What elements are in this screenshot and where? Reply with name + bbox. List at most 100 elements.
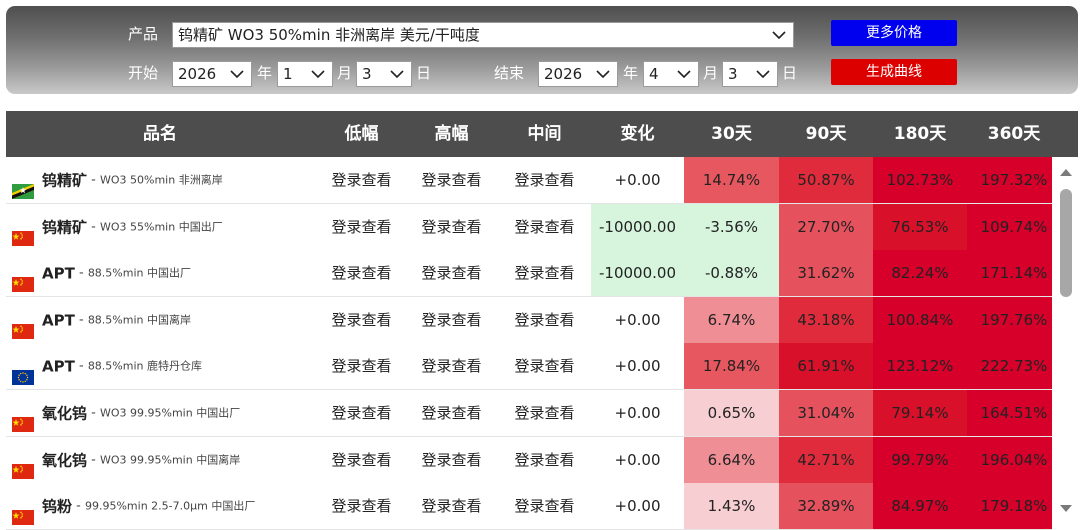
name-separator: - [74, 265, 88, 281]
table-row: 钨精矿 - WO3 50%min 非洲离岸 登录查看 登录查看 登录查看 +0.00 14… [6, 157, 1052, 204]
header-360d: 360天 [987, 124, 1041, 144]
change-30d-cell: -3.56% [684, 203, 779, 250]
header-low: 低幅 [344, 124, 379, 144]
change-cell: +0.00 [614, 357, 661, 376]
start-month-select[interactable]: 1 [277, 61, 333, 87]
header-product-name: 品名 [143, 124, 177, 144]
low-cell[interactable]: 登录查看 [314, 297, 409, 343]
low-cell[interactable]: 登录查看 [314, 157, 409, 203]
china-flag-icon [12, 264, 34, 293]
low-cell[interactable]: 登录查看 [314, 204, 409, 250]
end-day-value: 3 [728, 65, 738, 83]
product-name-cell: 钨精矿 - WO3 50%min 非洲离岸 [12, 157, 223, 203]
product-select-value: 钨精矿 WO3 50%min 非洲离岸 美元/干吨度 [178, 26, 480, 44]
change-30d-cell: 6.74% [684, 296, 779, 343]
price-table-body: 钨精矿 - WO3 50%min 非洲离岸 登录查看 登录查看 登录查看 +0.00 14… [6, 157, 1052, 530]
header-90d: 90天 [805, 124, 847, 144]
change-90d-cell: 42.71% [779, 436, 873, 483]
high-cell[interactable]: 登录查看 [404, 250, 499, 296]
price-table-header: 品名 低幅 高幅 中间 变化 30天 90天 180天 360天 [6, 111, 1078, 157]
end-year-select[interactable]: 2026 [538, 61, 618, 87]
change-360d-cell: 197.76% [967, 296, 1052, 343]
high-cell[interactable]: 登录查看 [404, 343, 499, 389]
change-360d-cell: 171.14% [967, 250, 1052, 297]
change-30d-cell: 6.64% [684, 436, 779, 483]
change-30d-cell: 1.43% [684, 483, 779, 530]
change-180d-cell: 100.84% [873, 296, 967, 343]
low-cell[interactable]: 登录查看 [314, 343, 409, 389]
high-cell[interactable]: 登录查看 [404, 157, 499, 203]
product-name: 钨精矿 [42, 171, 88, 190]
table-row: APT - 88.5%min 鹿特丹仓库 登录查看 登录查看 登录查看 +0.00 17.… [6, 343, 1052, 391]
high-cell[interactable]: 登录查看 [404, 297, 499, 343]
chevron-down-icon [390, 70, 404, 79]
filter-bar: 产品 钨精矿 WO3 50%min 非洲离岸 美元/干吨度 更多价格 开始 20… [6, 6, 1078, 94]
mid-cell[interactable]: 登录查看 [497, 157, 592, 203]
product-description: WO3 55%min 中国出厂 [99, 220, 223, 234]
change-180d-cell: 84.97% [873, 483, 967, 530]
change-180d-cell: 102.73% [873, 157, 967, 203]
change-cell: +0.00 [614, 497, 661, 516]
change-90d-cell: 61.91% [779, 343, 873, 390]
product-name-cell: 钨粉 - 99.95%min 2.5-7.0μm 中国出厂 [12, 483, 255, 529]
header-180d: 180天 [893, 124, 947, 144]
scroll-up-arrow-icon[interactable] [1059, 166, 1073, 178]
high-cell[interactable]: 登录查看 [404, 437, 499, 483]
mid-cell[interactable]: 登录查看 [497, 297, 592, 343]
end-month-select[interactable]: 4 [643, 61, 699, 87]
product-name: APT [42, 357, 75, 376]
product-select[interactable]: 钨精矿 WO3 50%min 非洲离岸 美元/干吨度 [172, 22, 794, 48]
high-cell[interactable]: 登录查看 [404, 204, 499, 250]
end-year-unit: 年 [623, 64, 639, 82]
end-year-value: 2026 [544, 65, 583, 83]
start-year-unit: 年 [257, 64, 273, 82]
mid-cell[interactable]: 登录查看 [497, 437, 592, 483]
china-flag-icon [12, 451, 34, 479]
start-month-value: 1 [283, 65, 293, 83]
generate-chart-button[interactable]: 生成曲线 [831, 59, 957, 85]
china-flag-icon [12, 497, 34, 526]
change-30d-cell: 17.84% [684, 343, 779, 390]
end-month-unit: 月 [703, 64, 719, 82]
high-cell[interactable]: 登录查看 [404, 390, 499, 436]
mid-cell[interactable]: 登录查看 [497, 204, 592, 250]
product-description: WO3 99.95%min 中国离岸 [99, 453, 241, 467]
vertical-scrollbar[interactable] [1054, 157, 1078, 530]
name-separator: - [87, 219, 100, 235]
product-name-cell: APT - 88.5%min 中国离岸 [12, 297, 191, 343]
scroll-down-arrow-icon[interactable] [1059, 503, 1073, 515]
name-separator: - [87, 405, 100, 421]
mid-cell[interactable]: 登录查看 [497, 250, 592, 296]
mid-cell[interactable]: 登录查看 [497, 343, 592, 389]
start-year-select[interactable]: 2026 [172, 61, 252, 87]
low-cell[interactable]: 登录查看 [314, 437, 409, 483]
product-name: 氧化钨 [42, 404, 88, 423]
more-prices-button[interactable]: 更多价格 [831, 20, 957, 46]
low-cell[interactable]: 登录查看 [314, 250, 409, 296]
change-360d-cell: 179.18% [967, 483, 1052, 530]
mid-cell[interactable]: 登录查看 [497, 483, 592, 529]
low-cell[interactable]: 登录查看 [314, 390, 409, 436]
change-30d-cell: 0.65% [684, 390, 779, 436]
change-360d-cell: 164.51% [967, 390, 1052, 436]
low-cell[interactable]: 登录查看 [314, 483, 409, 529]
chevron-down-icon [596, 70, 610, 79]
mid-cell[interactable]: 登录查看 [497, 390, 592, 436]
name-separator: - [72, 498, 85, 514]
product-description: 88.5%min 中国离岸 [87, 313, 191, 327]
start-day-select[interactable]: 3 [356, 61, 412, 87]
table-row: 钨粉 - 99.95%min 2.5-7.0μm 中国出厂 登录查看 登录查看 登录查… [6, 483, 1052, 530]
product-description: 88.5%min 鹿特丹仓库 [87, 359, 202, 373]
change-180d-cell: 99.79% [873, 436, 967, 483]
end-day-select[interactable]: 3 [722, 61, 778, 87]
table-row: 氧化钨 - WO3 99.95%min 中国出厂 登录查看 登录查看 登录查看 +0.0… [6, 390, 1052, 437]
product-name-cell: 钨精矿 - WO3 55%min 中国出厂 [12, 204, 223, 250]
table-row: APT - 88.5%min 中国离岸 登录查看 登录查看 登录查看 +0.00 6.74… [6, 296, 1052, 344]
change-90d-cell: 31.62% [779, 250, 873, 297]
change-180d-cell: 76.53% [873, 203, 967, 250]
scrollbar-thumb[interactable] [1060, 189, 1072, 297]
high-cell[interactable]: 登录查看 [404, 483, 499, 529]
change-cell: -10000.00 [591, 203, 684, 250]
change-180d-cell: 82.24% [873, 250, 967, 297]
start-label: 开始 [128, 64, 159, 82]
